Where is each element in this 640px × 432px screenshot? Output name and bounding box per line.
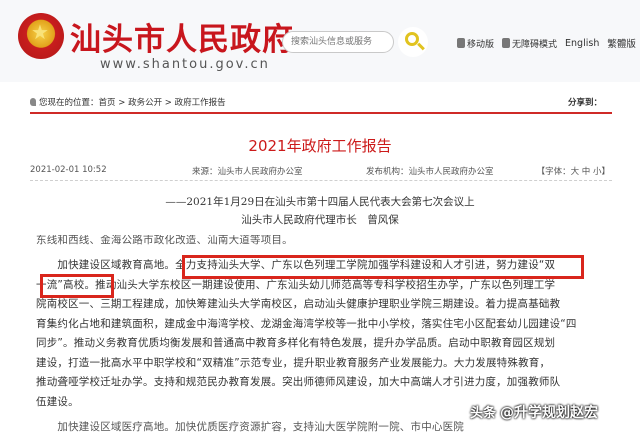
paragraph-line: 院南校区一、三期工程建成，加快筹建汕头大学南校区，启动汕头健康护理职业学院三期建…: [36, 298, 561, 310]
breadcrumb-bar: 您现在的位置：首页 > 政务公开 > 政府工作报告 分享到：: [30, 92, 612, 114]
breadcrumb: 您现在的位置：首页 > 政务公开 > 政府工作报告: [30, 96, 226, 108]
accessibility-icon: [502, 38, 511, 48]
mobile-icon: [457, 38, 465, 48]
document-source: 来源：汕头市人民政府办公室: [192, 167, 303, 177]
watermark: 头条 @升学规划赵宏: [470, 402, 598, 422]
breadcrumb-home[interactable]: 首页: [99, 98, 116, 108]
document-meta: 2021-02-01 10:52 来源：汕头市人民政府办公室 发布机构：汕头市人…: [30, 163, 612, 181]
search-input[interactable]: [282, 31, 394, 53]
highlight-box-top: [182, 255, 584, 279]
partial-text-top: 东线和西线、金海公路市政化改造、汕南大道等项目。: [36, 235, 293, 246]
traditional-chinese-link[interactable]: 繁體版: [607, 36, 636, 50]
site-title[interactable]: 汕头市人民政府: [70, 14, 294, 59]
mobile-version-link[interactable]: 移动版: [457, 37, 494, 50]
watermark-author: @升学规划赵宏: [500, 405, 599, 421]
report-subtitle-line2: 汕头市人民政府代理市长 曾风保: [241, 214, 399, 226]
report-paragraph: 加快建设区域教育高地。全力支持汕头大学、广东以色列理工学院加强学科建设和人才引进…: [36, 256, 596, 412]
highlight-box-bottom: [40, 274, 114, 298]
watermark-brand: 头条: [470, 406, 497, 421]
breadcrumb-gov-affairs[interactable]: 政务公开: [128, 98, 162, 108]
site-header: ★ 汕头市人民政府 www.shantou.gov.cn 移动版 无障碍模式 E…: [0, 0, 640, 82]
publish-date: 2021-02-01 10:52: [30, 165, 107, 175]
english-link[interactable]: English: [565, 38, 599, 49]
header-tools: 移动版 无障碍模式 English 繁體版: [457, 36, 636, 50]
share-label: 分享到：: [567, 98, 602, 108]
search-button[interactable]: [398, 27, 428, 57]
accessible-mode-link[interactable]: 无障碍模式: [502, 37, 557, 50]
paragraph-line: 推动聋哑学校迁址办学。支持和规范民办教育发展。突出师德师风建设，加大中高端人才引…: [36, 376, 561, 388]
font-size-control[interactable]: 【字体：大 中 小】: [537, 165, 610, 177]
national-emblem-icon: ★: [18, 13, 64, 59]
breadcrumb-work-report[interactable]: 政府工作报告: [175, 98, 226, 108]
location-pin-icon: [30, 98, 36, 106]
paragraph-line: 同步”。推动义务教育优质均衡发展和普通高中教育多样化有特色发展，提升办学品质。启…: [36, 337, 556, 349]
site-url: www.shantou.gov.cn: [100, 57, 270, 72]
document-title: 2021年政府工作报告: [248, 137, 392, 155]
paragraph-line: 建设，打造一批高水平中职学校和“双精准”示范专业，提升职业教育服务产业发展能力。…: [36, 356, 551, 369]
paragraph-line: 育集约化占地和建筑面积，建成金中海湾学校、龙湖金海湾学校等一批中小学校，落实住宅…: [36, 317, 577, 330]
report-subtitle-line1: ——2021年1月29日在汕头市第十四届人民代表大会第七次会议上: [165, 196, 475, 208]
document-publisher: 发布机构：汕头市人民政府办公室: [366, 167, 494, 177]
